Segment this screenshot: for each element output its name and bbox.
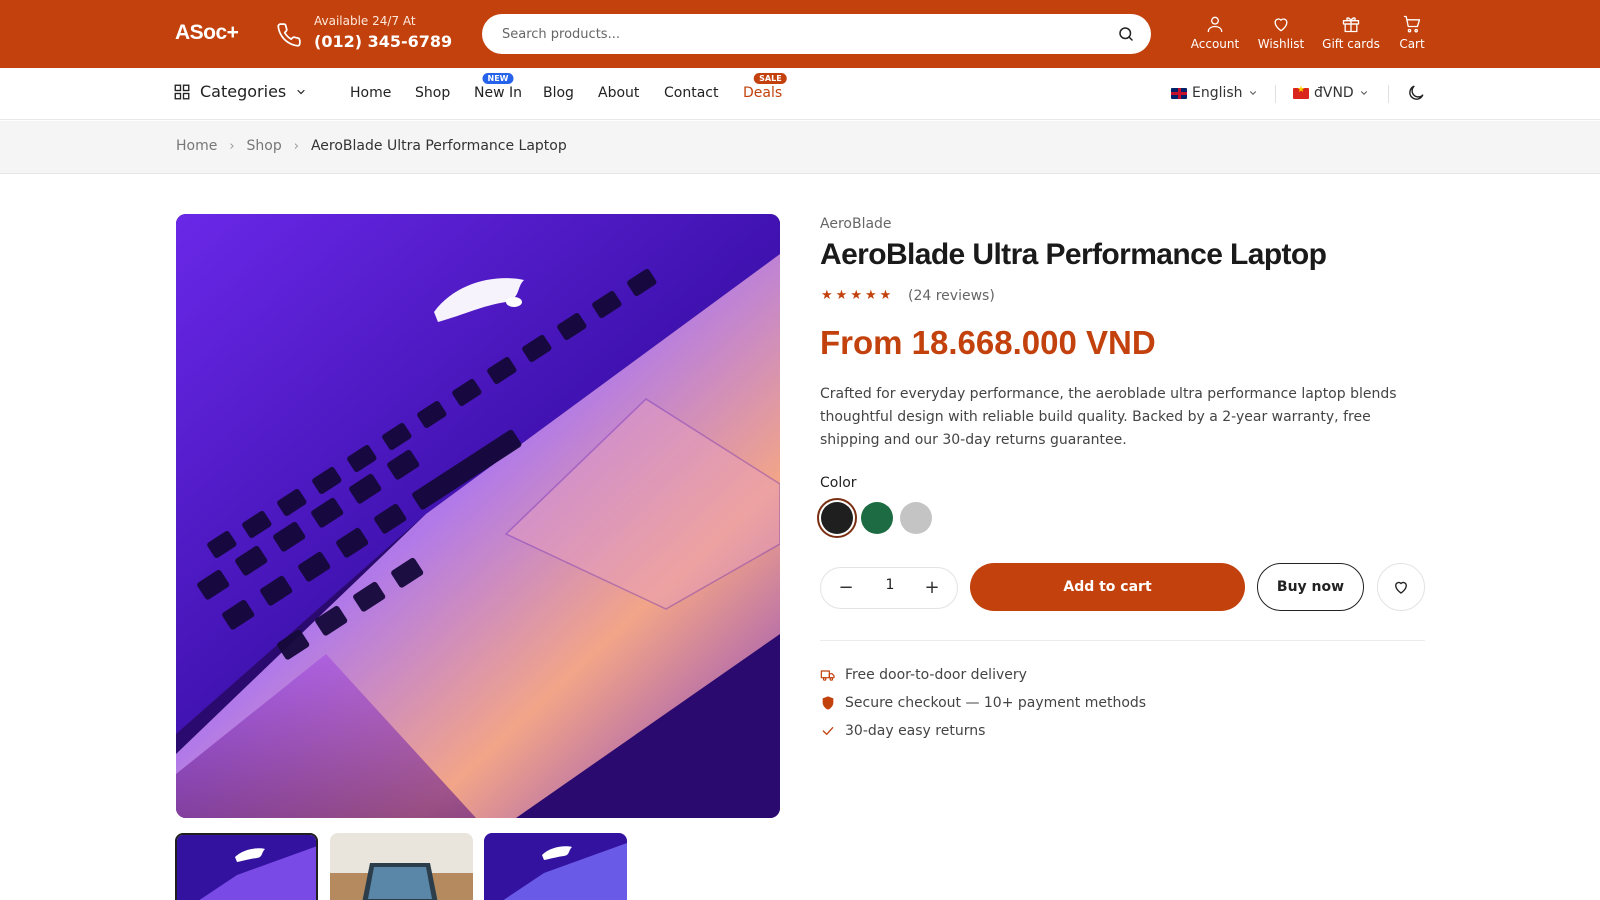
categories-menu[interactable]: Categories [173,82,307,101]
sale-badge: SALE [754,73,787,84]
chevron-down-icon [297,89,305,94]
uk-flag-icon [1171,87,1187,99]
categories-label: Categories [200,82,287,101]
nav-about[interactable]: About [598,85,639,101]
currency-label: đVND [1314,85,1354,101]
perk-checkout: Secure checkout — 10+ payment methods [820,695,1146,711]
phone-caption: Available 24/7 At [314,14,416,28]
nav-deals[interactable]: Deals SALE [743,73,787,101]
shield-icon [822,696,834,710]
perk-returns-label: 30-day easy returns [845,723,986,739]
rating-stars: ★ ★ ★ ★ ★ [821,288,891,303]
review-count[interactable]: (24 reviews) [908,288,995,304]
perk-checkout-label: Secure checkout — 10+ payment methods [845,695,1147,711]
color-swatch-green[interactable] [861,502,893,534]
breadcrumb-shop[interactable]: Shop [247,138,282,154]
cart-button[interactable]: Cart [1377,14,1447,51]
nav-new-in[interactable]: New In NEW [474,73,522,101]
nav-divider [1275,85,1276,103]
perk-delivery: Free door-to-door delivery [820,667,1027,683]
quantity-decrease-button[interactable]: − [835,577,857,599]
top-header: ASoc+ Available 24/7 At (012) 345-6789 A… [0,0,1600,68]
nav-contact[interactable]: Contact [664,85,718,101]
thumbnail-image [177,835,316,900]
user-icon [1207,16,1223,33]
color-label: Color [820,475,857,491]
grid-icon [174,84,190,99]
gift-cards-label: Gift cards [1322,37,1380,51]
breadcrumb-home[interactable]: Home [176,138,217,154]
new-badge: NEW [482,73,514,84]
product-thumbnail[interactable] [330,833,473,900]
nav-shop[interactable]: Shop [415,85,450,101]
vn-flag-icon [1293,85,1309,99]
color-swatch-black[interactable] [817,498,857,538]
product-thumbnail[interactable] [484,833,627,900]
star-icon: ★ [864,288,877,303]
thumbnail-image [330,833,473,900]
account-button[interactable]: Account [1180,14,1250,51]
heart-icon [1274,18,1288,32]
section-divider [820,640,1425,641]
perk-returns: 30-day easy returns [820,723,985,739]
phone-icon [277,23,301,47]
chevron-right-icon: › [229,138,235,154]
buy-now-button[interactable]: Buy now [1257,563,1364,611]
quantity-stepper: − + [820,567,958,609]
product-brand[interactable]: AeroBlade [820,216,892,232]
language-label: English [1192,85,1243,101]
language-selector[interactable]: English [1171,85,1258,101]
nav-home[interactable]: Home [350,85,391,101]
wishlist-label: Wishlist [1257,37,1305,51]
moon-icon[interactable] [1406,83,1426,103]
breadcrumb-bar: Home › Shop › AeroBlade Ultra Performanc… [0,121,1600,174]
color-swatch-silver[interactable] [900,502,932,534]
breadcrumb: Home › Shop › AeroBlade Ultra Performanc… [176,138,567,154]
cart-icon [1403,15,1421,33]
gift-cards-button[interactable]: Gift cards [1316,14,1386,51]
perk-delivery-label: Free door-to-door delivery [845,667,1027,683]
star-icon: ★ [850,288,862,303]
nav-deals-label: Deals [743,85,783,101]
add-to-wishlist-button[interactable] [1377,563,1425,611]
product-price: From 18.668.000 VND [820,324,1156,361]
quantity-increase-button[interactable]: + [921,577,943,599]
heart-icon [1395,581,1407,594]
chevron-down-icon [1360,91,1367,95]
search-bar [482,14,1151,54]
truck-icon [820,670,835,681]
cart-label: Cart [1399,37,1425,51]
nav-blog[interactable]: Blog [543,85,574,101]
search-input[interactable] [502,14,1102,54]
breadcrumb-current: AeroBlade Ultra Performance Laptop [310,138,567,154]
site-logo[interactable]: ASoc+ [175,21,239,45]
star-icon: ★ [821,288,833,303]
chevron-down-icon [1249,91,1256,95]
star-icon: ★ [879,288,892,303]
gift-icon [1342,17,1360,33]
quantity-input[interactable] [865,577,915,593]
nav-new-in-label: New In [474,85,522,101]
add-to-cart-button[interactable]: Add to cart [970,563,1245,611]
search-icon[interactable] [1117,25,1135,43]
main-nav: Categories Home Shop New In NEW Blog Abo… [0,68,1600,120]
star-icon: ★ [835,288,848,303]
currency-selector[interactable]: đVND [1293,85,1369,101]
thumbnail-image [484,833,627,900]
wishlist-button[interactable]: Wishlist [1246,14,1316,51]
nav-divider [1388,85,1389,103]
product-description: Crafted for everyday performance, the ae… [820,386,1397,448]
laptop-photo [176,214,780,818]
phone-number[interactable]: (012) 345-6789 [314,32,452,51]
check-icon [822,727,834,735]
product-thumbnail[interactable] [175,833,318,900]
account-label: Account [1190,37,1240,51]
product-main-image[interactable] [176,214,780,818]
product-title: AeroBlade Ultra Performance Laptop [820,238,1327,271]
chevron-right-icon: › [293,138,299,154]
